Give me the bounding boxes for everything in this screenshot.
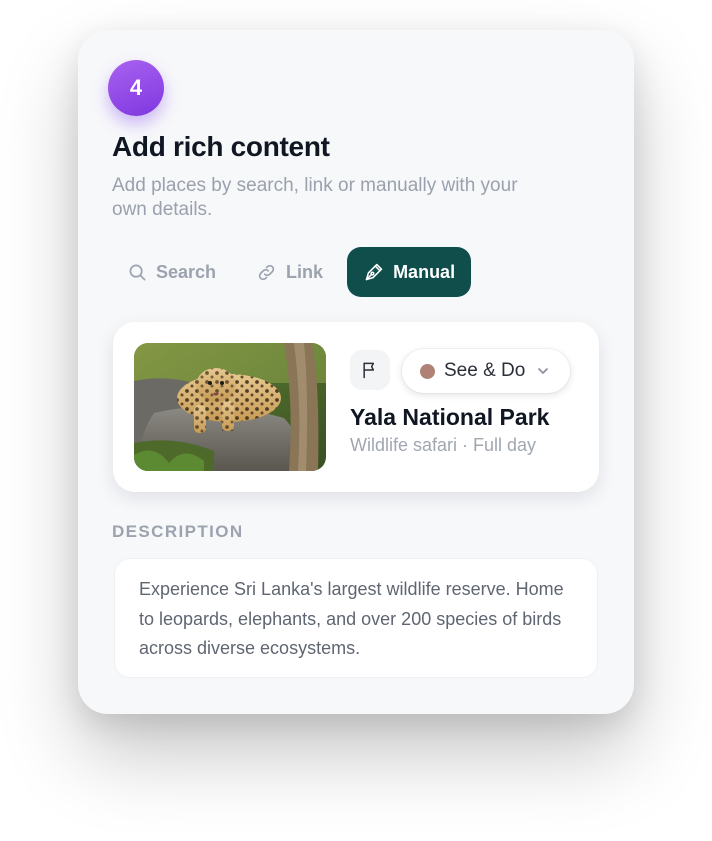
leopard-photo [134, 343, 326, 471]
tab-link-label: Link [286, 261, 324, 282]
category-color-dot [420, 363, 435, 379]
tab-search[interactable]: Search [112, 247, 230, 297]
description-textarea[interactable]: Experience Sri Lanka's largest wildlife … [114, 558, 598, 678]
flag-icon [360, 360, 380, 380]
step-badge: 4 [108, 60, 164, 116]
tab-link[interactable]: Link [242, 247, 337, 297]
stage: 4 Add rich content Add places by search,… [0, 0, 712, 841]
place-meta: Wildlife safari · Full day [350, 435, 537, 455]
chevron-down-icon [536, 364, 550, 378]
link-icon [256, 262, 277, 283]
tab-manual[interactable]: Manual [347, 247, 472, 297]
search-icon [128, 263, 147, 282]
description-label: DESCRIPTION [112, 522, 244, 541]
pen-icon [363, 262, 384, 283]
tab-search-label: Search [156, 261, 217, 282]
tab-manual-label: Manual [393, 261, 456, 282]
add-content-card: 4 Add rich content Add places by search,… [78, 30, 634, 714]
flag-button[interactable] [350, 350, 390, 390]
category-label: See & Do [444, 360, 526, 381]
card-title: Add rich content [112, 131, 330, 162]
category-select[interactable]: See & Do [402, 349, 570, 393]
card-subtitle: Add places by search, link or manually w… [112, 175, 518, 220]
source-tabs: Search Link Manual [112, 246, 472, 298]
place-name: Yala National Park [350, 404, 550, 430]
place-card: See & Do Yala National Park Wildlife saf… [113, 322, 599, 492]
